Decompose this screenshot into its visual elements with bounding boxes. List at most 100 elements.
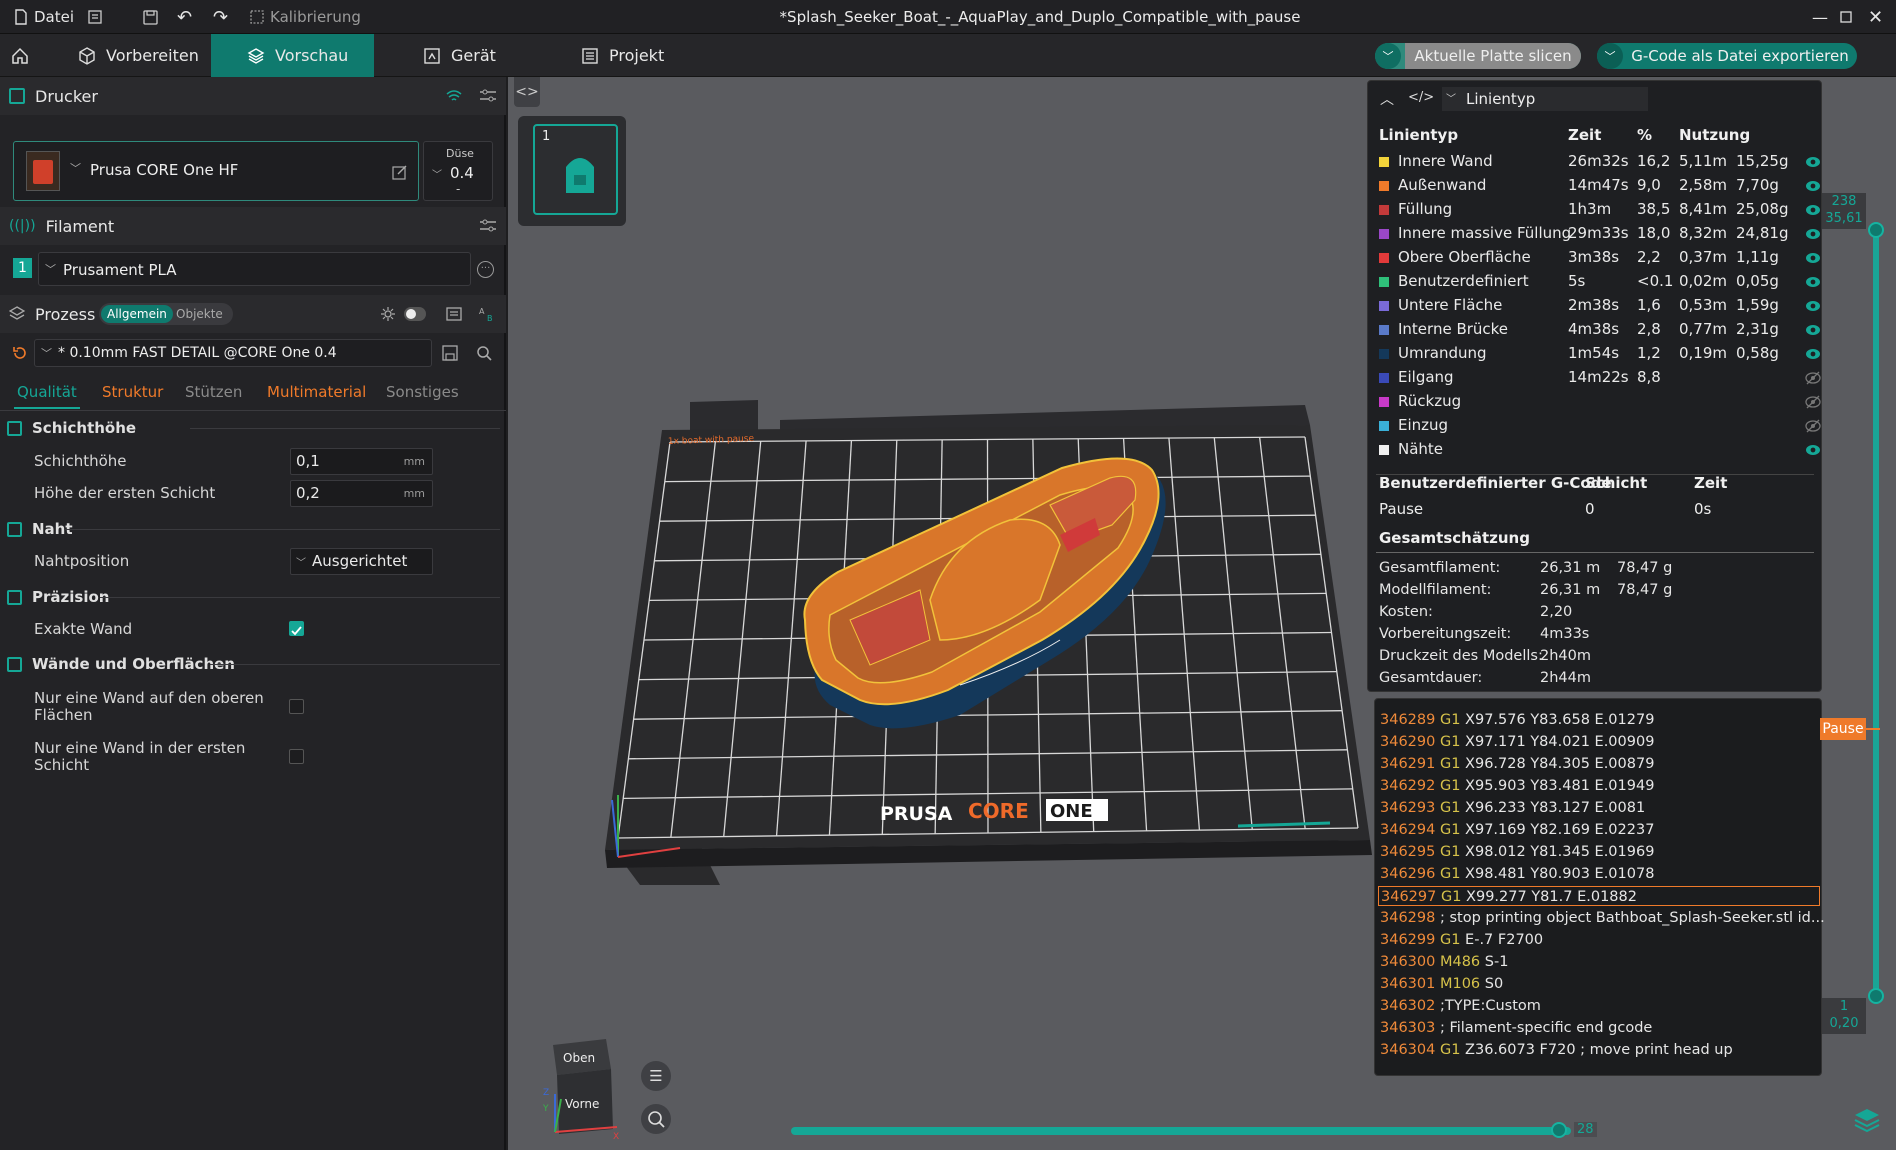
plate-thumbnail[interactable]: 1 (518, 116, 626, 226)
first-layer-height-field[interactable]: 0,2 mm (290, 480, 433, 507)
eye-icon[interactable] (1805, 274, 1821, 290)
tab-multimaterial[interactable]: Multimaterial (267, 383, 366, 401)
gcode-line[interactable]: 346302 ;TYPE:Custom (1380, 996, 1541, 1016)
slice-button[interactable]: ﹀ Aktuelle Platte slicen (1375, 43, 1581, 69)
legend-row[interactable]: Untere Fläche 2m38s 1,6 0,53m 1,59g (1379, 296, 1821, 316)
eye-icon[interactable] (1805, 226, 1821, 242)
gcode-line[interactable]: 346293 G1 X96.233 Y83.127 E.0081 (1380, 798, 1645, 818)
move-slider-handle[interactable] (1551, 1122, 1567, 1138)
legend-row[interactable]: Eilgang 14m22s 8,8 (1379, 368, 1821, 388)
wifi-icon[interactable] (445, 88, 463, 104)
slice-dropdown-chevron-icon[interactable]: ﹀ (1375, 43, 1401, 69)
eye-icon[interactable] (1805, 298, 1821, 314)
tab-supports[interactable]: Stützen (185, 383, 242, 401)
advanced-settings-icon[interactable] (380, 306, 396, 322)
maximize-button[interactable] (1840, 0, 1852, 34)
gcode-line[interactable]: 346290 G1 X97.171 Y84.021 E.00909 (1380, 732, 1654, 752)
move-slider[interactable] (791, 1127, 1571, 1135)
menu-icon[interactable] (88, 0, 102, 34)
seam-position-dropdown[interactable]: ﹀ Ausgerichtet (290, 548, 433, 575)
eye-icon[interactable] (1805, 202, 1821, 218)
exact-wall-checkbox[interactable] (289, 621, 304, 636)
gcode-line[interactable]: 346294 G1 X97.169 Y82.169 E.02237 (1380, 820, 1654, 840)
layers-stack-icon[interactable] (1852, 1105, 1882, 1135)
export-gcode-button[interactable]: ﹀ G-Code als Datei exportieren (1597, 43, 1857, 69)
legend-row[interactable]: Umrandung 1m54s 1,2 0,19m 0,58g (1379, 344, 1821, 364)
view-menu-button[interactable]: ☰ (641, 1061, 671, 1091)
tab-preview[interactable]: Vorschau (211, 34, 374, 77)
view-cube[interactable]: Z Y X Oben Vorne (541, 1039, 621, 1142)
gcode-line[interactable]: 346298 ; stop printing object Bathboat_S… (1380, 908, 1825, 928)
printer-section-header[interactable]: Drucker (0, 77, 506, 115)
eye-icon[interactable] (1805, 346, 1821, 362)
save-profile-icon[interactable] (442, 345, 458, 361)
mode-objects[interactable]: Objekte (176, 305, 223, 323)
gcode-line[interactable]: 346301 M106 S0 (1380, 974, 1503, 994)
tab-project[interactable]: Projekt (563, 34, 673, 77)
file-menu[interactable]: Datei (14, 0, 74, 34)
process-mode-toggle[interactable]: Allgemein Objekte (99, 303, 233, 325)
collapse-sidebar-button[interactable]: <> (514, 77, 540, 107)
only-one-wall-top-checkbox[interactable] (289, 699, 304, 714)
gcode-line[interactable]: 346295 G1 X98.012 Y81.345 E.01969 (1380, 842, 1654, 862)
search-icon[interactable] (476, 345, 492, 361)
home-button[interactable] (0, 34, 42, 77)
gcode-line[interactable]: 346300 M486 S-1 (1380, 952, 1508, 972)
layer-height-field[interactable]: 0,1 mm (290, 448, 433, 475)
mode-general[interactable]: Allgemein (101, 305, 173, 323)
tab-quality[interactable]: Qualität (17, 383, 77, 401)
tab-structure[interactable]: Struktur (102, 383, 163, 401)
compare-icon[interactable] (446, 306, 462, 322)
legend-row[interactable]: Obere Oberfläche 3m38s 2,2 0,37m 1,11g (1379, 248, 1821, 268)
eye-hidden-icon[interactable] (1805, 394, 1821, 410)
calibration-menu[interactable]: Kalibrierung (250, 0, 361, 34)
more-options-icon[interactable]: ··· (477, 261, 494, 278)
gcode-line[interactable]: 346292 G1 X95.903 Y83.481 E.01949 (1380, 776, 1654, 796)
tab-prepare[interactable]: Vorbereiten (60, 34, 210, 77)
process-profile-selector[interactable]: ﹀ * 0.10mm FAST DETAIL @CORE One 0.4 (34, 339, 432, 367)
eye-icon[interactable] (1805, 154, 1821, 170)
gcode-line[interactable]: 346299 G1 E-.7 F2700 (1380, 930, 1543, 950)
filament-section-header[interactable]: ((|)) Filament (0, 207, 506, 245)
filament-selector[interactable]: ﹀ Prusament PLA (38, 252, 471, 286)
legend-row[interactable]: Einzug (1379, 416, 1821, 436)
gcode-line[interactable]: 346291 G1 X96.728 Y84.305 E.00879 (1380, 754, 1654, 774)
layer-slider[interactable] (1873, 228, 1879, 998)
eye-icon[interactable] (1805, 322, 1821, 338)
layer-slider-top-handle[interactable] (1868, 222, 1884, 238)
eye-hidden-icon[interactable] (1805, 370, 1821, 386)
eye-icon[interactable] (1805, 178, 1821, 194)
gcode-viewer[interactable]: 346289 G1 X97.576 Y83.658 E.01279 346290 … (1374, 698, 1825, 1076)
gcode-line[interactable]: 346304 G1 Z36.6073 F720 ; move print hea… (1380, 1040, 1733, 1060)
save-icon[interactable] (143, 0, 158, 34)
legend-row[interactable]: Rückzug (1379, 392, 1821, 412)
collapse-legend-icon[interactable]: ︿ (1380, 89, 1394, 109)
legend-view-dropdown[interactable]: ﹀ Linientyp (1442, 87, 1648, 111)
reset-icon[interactable] (12, 345, 28, 361)
close-button[interactable]: ✕ (1868, 0, 1883, 34)
pause-marker[interactable]: Pause (1820, 718, 1866, 740)
export-dropdown-chevron-icon[interactable]: ﹀ (1597, 43, 1623, 69)
gcode-line[interactable]: 346296 G1 X98.481 Y80.903 E.01078 (1380, 864, 1654, 884)
tab-other[interactable]: Sonstiges (386, 383, 459, 401)
gcode-current-line[interactable]: 346297 G1 X99.277 Y81.7 E.01882 (1378, 886, 1820, 906)
legend-row[interactable]: Füllung 1h3m 38,5 8,41m 25,08g (1379, 200, 1821, 220)
legend-row[interactable]: Benutzerdefiniert 5s <0.1 0,02m 0,05g (1379, 272, 1821, 292)
gcode-line[interactable]: 346289 G1 X97.576 Y83.658 E.01279 (1380, 710, 1654, 730)
legend-row[interactable]: Nähte (1379, 440, 1821, 460)
only-one-wall-first-checkbox[interactable] (289, 749, 304, 764)
gcode-line[interactable]: 346303 ; Filament-specific end gcode (1380, 1018, 1652, 1038)
printer-selector[interactable]: ﹀ Prusa CORE One HF (13, 141, 419, 201)
eye-icon[interactable] (1805, 442, 1821, 458)
undo-icon[interactable]: ↶ (177, 0, 192, 34)
nozzle-selector[interactable]: Düse ﹀ 0.4 - (423, 141, 493, 201)
tab-device[interactable]: Gerät (405, 34, 515, 77)
eye-icon[interactable] (1805, 250, 1821, 266)
redo-icon[interactable]: ↷ (213, 0, 228, 34)
eye-hidden-icon[interactable] (1805, 418, 1821, 434)
advanced-toggle[interactable] (404, 307, 426, 321)
minimize-button[interactable]: — (1812, 0, 1828, 34)
ab-compare-icon[interactable]: AB (478, 306, 496, 322)
edit-icon[interactable] (392, 164, 408, 180)
legend-row[interactable]: Außenwand 14m47s 9,0 2,58m 7,70g (1379, 176, 1821, 196)
